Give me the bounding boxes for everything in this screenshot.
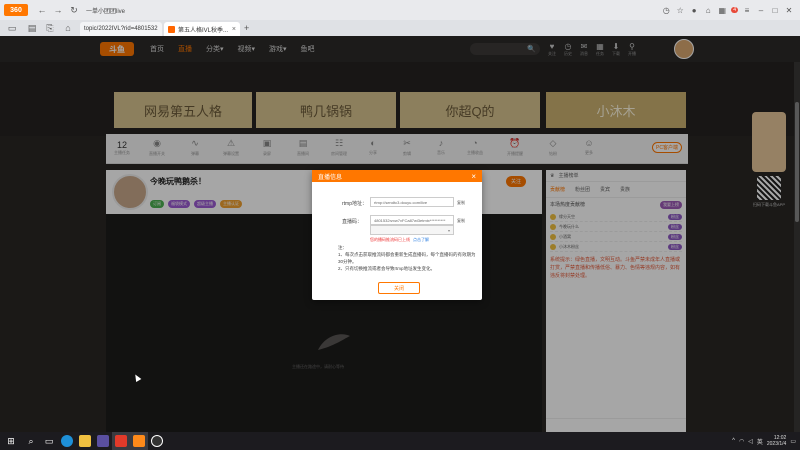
gift-icon[interactable]: ▦ [717,5,727,15]
learn-more-link[interactable]: 点击了解 [413,237,429,242]
tab-address[interactable]: topic/2022IVL?rid=4801532 [80,22,162,36]
browser-titlebar: 360 ← → ↻ 一单小团团live ◷ ☆ ● ⌂ ▦ 4 ≡ – □ ✕ [0,0,800,20]
page-title: 一单小团团live [86,9,126,15]
new-tab-icon[interactable]: + [244,23,249,33]
browser-logo: 360 [4,4,28,16]
notification-icon[interactable]: ▭ [790,438,796,445]
search-icon[interactable]: ⌕ [22,432,40,450]
tab-live-room[interactable]: 第五人格IVL秋季... × [164,22,240,36]
browser-app-icon[interactable] [130,432,148,450]
star-icon[interactable]: ☆ [675,5,685,15]
copy-rtmp-button[interactable]: 复制 [457,200,465,206]
copy-key-button[interactable]: 复制 [457,218,465,224]
dialog-notes: 注： 1、每次点击获取推流码都会重新生成直播码，每个直播码的有效期为30分钟。 … [338,244,478,272]
chrome-controls: ◷ ☆ ● ⌂ ▦ 4 ≡ – □ ✕ [661,0,800,20]
explorer-icon[interactable] [76,432,94,450]
tab-list-icon[interactable]: ▤ [26,22,38,34]
shirt-icon[interactable]: ⌂ [703,5,713,15]
close-icon[interactable]: ✕ [784,5,794,15]
douyu-favicon-icon [168,25,175,33]
note-title: 注： [338,245,347,250]
dialog-header: 直播信息 × [312,170,482,182]
tab-bar: ▭ ▤ ⎘ ⌂ topic/2022IVL?rid=4801532 第五人格IV… [0,20,800,36]
rtmp-field[interactable]: rtmp://sendtc3.douyu.com/live [370,197,454,207]
rtmp-label: rtmp地址： [342,201,368,207]
clock[interactable]: 12:02 2023/1/4 [767,435,786,447]
close-tab-icon[interactable]: × [232,26,236,33]
chevron-up-icon[interactable]: ^ [732,438,735,444]
douyu-app-icon[interactable] [112,432,130,450]
note-line: 1、每次点击获取推流码都会重新生成直播码，每个直播码的有效期为30分钟。 [338,252,476,264]
tab-label: topic/2022IVL?rid=4801532 [84,26,158,32]
windows-taskbar: ⊞ ⌕ ▭ ^ ◠ ◁ 英 12:02 2023/1/4 ▭ [0,432,800,450]
refresh-icon[interactable]: ↻ [68,4,80,16]
sidebar-icon[interactable]: ▭ [6,22,18,34]
close-button[interactable]: 关闭 [378,282,420,294]
maximize-icon[interactable]: □ [770,5,780,15]
stream-key-field[interactable]: 4801532rzxw7vFCa87wi3etmtx********** [370,215,454,225]
minimize-icon[interactable]: – [756,5,766,15]
clock-icon[interactable]: ◷ [661,5,671,15]
edge-icon[interactable] [58,432,76,450]
note-line: 2、只有切换推流或者会导致rtmp地址发生变化。 [338,266,436,271]
vs-icon[interactable] [94,432,112,450]
system-tray: ^ ◠ ◁ 英 12:02 2023/1/4 ▭ [732,432,796,450]
windows-start-icon[interactable]: ⊞ [0,432,22,450]
obs-icon[interactable] [148,432,166,450]
key-select[interactable]: ▾ [370,225,454,235]
stream-key-label: 直播码： [342,219,363,225]
wifi-icon[interactable]: ◠ [739,438,744,445]
avatar[interactable]: ● [689,5,699,15]
error-message: 您的播码推流码已上线 点击了解 [370,237,429,243]
task-view-icon[interactable]: ▭ [40,432,58,450]
menu-icon[interactable]: ≡ [742,5,752,15]
home-icon[interactable]: ⌂ [62,22,74,34]
chevron-down-icon: ▾ [447,227,450,233]
back-icon[interactable]: ← [36,4,48,16]
error-text: 您的播码推流码已上线 [370,237,410,242]
clock-date: 2023/1/4 [766,441,787,447]
volume-icon[interactable]: ◁ [748,438,753,445]
forward-icon[interactable]: → [52,4,64,16]
stream-key-value: 4801532rzxw7vFCa87wi3etmtx********** [374,217,446,223]
rtmp-value: rtmp://sendtc3.douyu.com/live [374,199,428,205]
close-icon[interactable]: × [471,172,476,181]
language-indicator[interactable]: 英 [757,437,763,446]
dialog-title: 直播信息 [318,174,343,181]
tab-label: 第五人格IVL秋季... [178,27,229,34]
stream-info-dialog: 直播信息 × rtmp地址： rtmp://sendtc3.douyu.com/… [312,170,482,300]
notification-badge: 4 [731,7,738,13]
restore-icon[interactable]: ⎘ [44,22,56,34]
